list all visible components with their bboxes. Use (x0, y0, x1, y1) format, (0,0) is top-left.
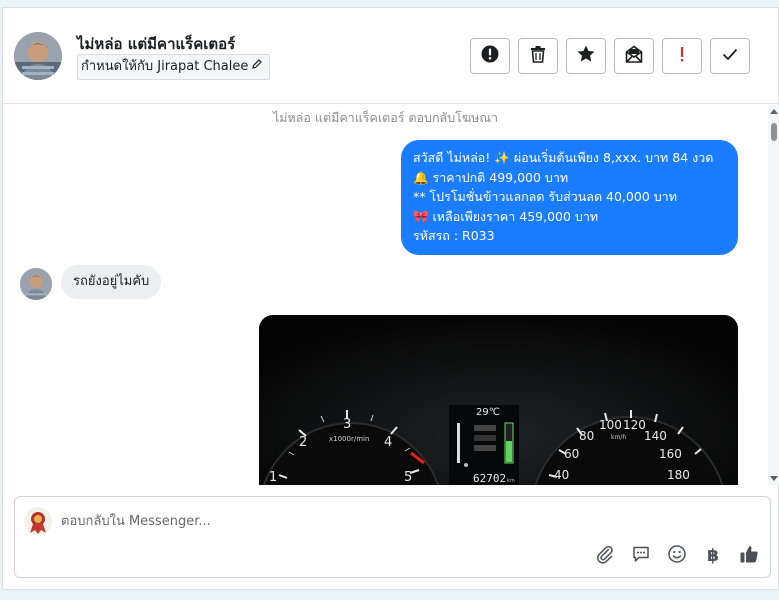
speed-unit: km/h (611, 434, 626, 441)
pencil-icon (251, 55, 263, 79)
speed-tick: 120 (623, 418, 646, 432)
delete-button[interactable] (518, 38, 558, 74)
saved-replies-button[interactable] (630, 545, 652, 567)
speed-tick: 140 (644, 429, 667, 443)
check-icon (720, 44, 740, 68)
mark-unread-button[interactable] (614, 38, 654, 74)
scroll-down-arrow-icon[interactable] (770, 476, 778, 481)
emoji-icon (667, 544, 687, 568)
ad-reply-note: ไม่หล่อ แต่มีคาแร็คเตอร์ ตอบกลับโฆษณา (273, 110, 498, 125)
conversation-panel: ไม่หล่อ แต่มีคาแร็คเตอร์ กำหนดให้กับ Jir… (2, 7, 779, 590)
mark-done-button[interactable] (710, 38, 750, 74)
message-line: ** โปรโมชั่นข้าวแลกลด รับส่วนลด 40,000 บ… (413, 189, 677, 204)
trash-icon (528, 44, 548, 68)
assign-label: กำหนดให้กับ Jirapat Chalee (81, 59, 249, 74)
odometer-readout: 62702 (473, 472, 506, 485)
tacho-unit: x1000r/min (329, 435, 369, 443)
reply-input[interactable] (61, 509, 661, 533)
scroll-thumb[interactable] (771, 123, 777, 141)
payment-button[interactable]: ฿ (702, 545, 724, 567)
spam-icon (480, 44, 500, 68)
message-thread[interactable]: ไม่หล่อ แต่มีคาแร็คเตอร์ ตอบกลับโฆษณา สว… (3, 105, 768, 485)
conversation-header: ไม่หล่อ แต่มีคาแร็คเตอร์ กำหนดให้กับ Jir… (3, 8, 778, 104)
sender-avatar[interactable] (20, 268, 52, 300)
scroll-up-arrow-icon[interactable] (770, 109, 778, 114)
outgoing-message[interactable]: สวัสดี ไม่หล่อ! ✨ ผ่อนเริ่มต้นเพียง 8,xx… (401, 140, 738, 255)
message-line: รหัสรถ : R033 (413, 228, 495, 243)
speed-tick: 160 (659, 447, 682, 461)
tacho-tick: 2 (299, 435, 307, 450)
thumbs-up-icon (739, 544, 759, 568)
odometer-unit: km (507, 478, 515, 484)
speed-tick: 80 (579, 429, 594, 443)
page-avatar (24, 507, 52, 535)
saved-reply-icon (631, 544, 651, 568)
attach-button[interactable] (594, 545, 616, 567)
reply-composer: ฿ (14, 496, 771, 578)
baht-icon: ฿ (707, 546, 719, 566)
speed-tick: 180 (667, 468, 690, 482)
message-line: 🎀 เหลือเพียงราคา 459,000 บาท (413, 208, 599, 224)
mark-spam-button[interactable] (470, 38, 510, 74)
message-line: 🔔 ราคาปกติ 499,000 บาท (413, 169, 569, 185)
assign-dropdown[interactable]: กำหนดให้กับ Jirapat Chalee (77, 54, 271, 80)
star-button[interactable] (566, 38, 606, 74)
star-icon (576, 44, 596, 68)
conversation-actions (470, 38, 750, 74)
tacho-tick: 3 (343, 417, 351, 432)
incoming-message[interactable]: รถยังอยู่ไมคับ (61, 265, 162, 299)
mark-unread-icon (624, 44, 644, 68)
tacho-tick: 1 (269, 470, 277, 485)
tacho-tick: 5 (404, 470, 412, 485)
message-line: สวัสดี ไม่หล่อ! ✨ ผ่อนเริ่มต้นเพียง 8,xx… (413, 150, 714, 165)
speed-tick: 100 (599, 418, 622, 432)
emoji-button[interactable] (666, 545, 688, 567)
thread-scrollbar[interactable] (768, 105, 779, 485)
speed-tick: 60 (564, 447, 579, 461)
contact-name: ไม่หล่อ แต่มีคาแร็คเตอร์ (77, 35, 236, 53)
composer-tools: ฿ (594, 545, 760, 567)
temperature-readout: 29℃ (476, 407, 500, 418)
contact-avatar[interactable] (14, 32, 62, 80)
tacho-tick: 4 (384, 435, 392, 450)
speed-tick: 40 (554, 468, 569, 482)
dashboard-photo[interactable]: 1 2 3 4 5 x1000r/min 29℃ 62702 km 40 60 … (259, 315, 738, 485)
like-button[interactable] (738, 545, 760, 567)
important-icon (672, 44, 692, 68)
mark-important-button[interactable] (662, 38, 702, 74)
attachment-icon (595, 544, 615, 568)
